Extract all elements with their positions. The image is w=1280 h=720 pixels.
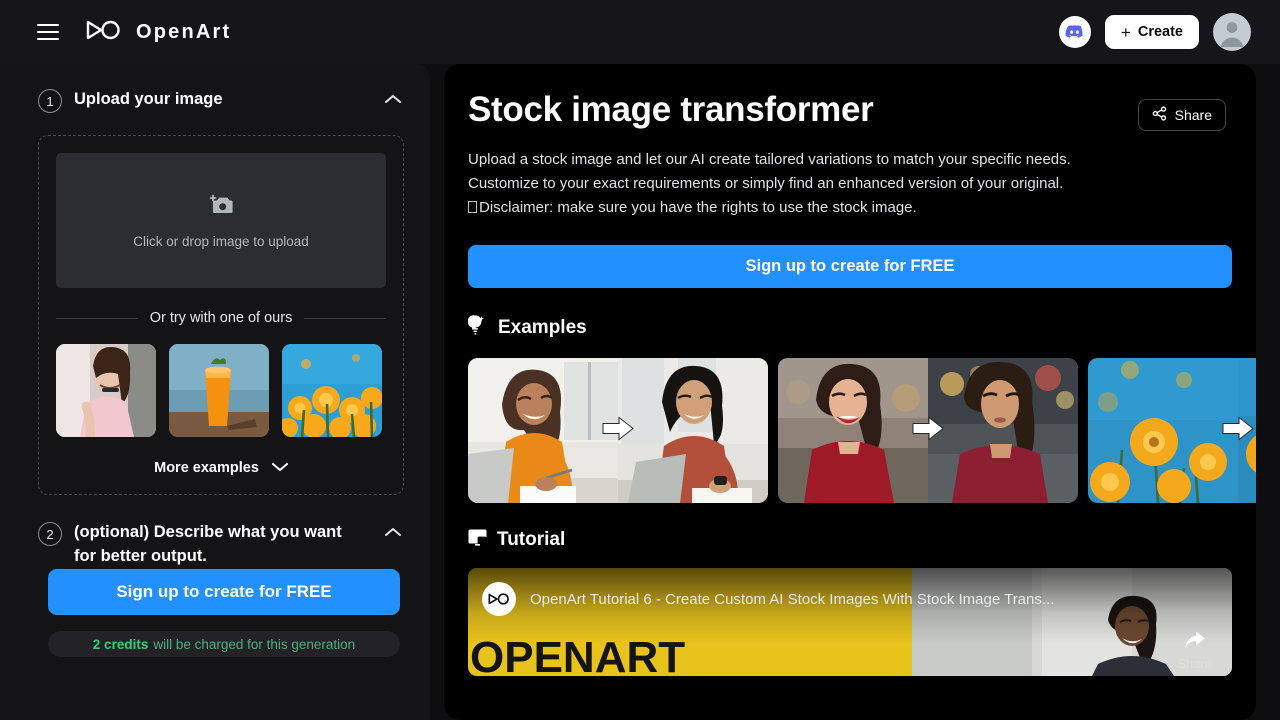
arrow-right-icon: [911, 415, 945, 446]
list-item[interactable]: [56, 344, 156, 437]
create-button-label: Create: [1137, 24, 1183, 40]
discord-icon[interactable]: [1058, 16, 1091, 48]
examples-title: Examples: [498, 316, 587, 338]
example-before-image: [468, 358, 618, 503]
disclaimer-text: Disclaimer: make sure you have the right…: [479, 199, 917, 216]
brand[interactable]: OpenArt: [86, 19, 231, 46]
chevron-up-icon[interactable]: [382, 88, 404, 110]
arrow-right-icon: [1221, 415, 1255, 446]
example-card-woman-red-sweater[interactable]: [778, 358, 1078, 503]
video-share-label: Share: [1177, 656, 1212, 671]
share-button-label: Share: [1174, 107, 1212, 123]
video-header: OpenArt Tutorial 6 - Create Custom AI St…: [482, 582, 1218, 616]
tutorial-title: Tutorial: [497, 529, 566, 550]
sidebar-signup-button[interactable]: Sign up to create for FREE: [48, 569, 400, 615]
brand-name: OpenArt: [136, 20, 232, 43]
chevron-up-icon[interactable]: [382, 521, 404, 543]
credits-amount: 2 credits: [92, 636, 149, 652]
credits-description: will be charged for this generation: [153, 636, 356, 652]
main-signup-button[interactable]: Sign up to create for FREE: [468, 245, 1232, 288]
step-1-title: Upload your image: [74, 90, 223, 108]
list-item[interactable]: [282, 344, 382, 437]
plus-icon: +: [1120, 22, 1131, 42]
more-examples-button[interactable]: More examples: [56, 459, 386, 477]
step-2-section: 2 (optional) Describe what you want for …: [0, 521, 430, 657]
example-card-yellow-flowers[interactable]: [1088, 358, 1256, 503]
tutorial-video-player[interactable]: OPENART OpenArt Tutorial 6 - Create Cust…: [468, 568, 1232, 676]
example-before-image: [778, 358, 928, 503]
chevron-down-icon: [271, 459, 288, 477]
create-button[interactable]: + Create: [1104, 15, 1199, 49]
step-2-number: 2: [38, 522, 62, 546]
step-2-title: (optional) Describe what you want for be…: [74, 523, 342, 565]
video-screen-icon: [468, 529, 487, 551]
or-text: Or try with one of ours: [149, 310, 293, 326]
video-title[interactable]: OpenArt Tutorial 6 - Create Custom AI St…: [530, 591, 1218, 608]
openart-logo-icon[interactable]: [482, 582, 516, 616]
missing-glyph-icon: [468, 201, 477, 213]
sidebar: 1 Upload your image Click or drop image …: [0, 64, 430, 720]
upload-dropzone[interactable]: Click or drop image to upload: [56, 153, 386, 288]
example-thumbnails: [56, 344, 386, 437]
description-text: Upload a stock image and let our AI crea…: [468, 151, 1071, 192]
arrow-right-icon: [601, 415, 635, 446]
camera-plus-icon: [208, 193, 234, 222]
top-bar: OpenArt + Create: [0, 0, 1280, 64]
example-after-image: [928, 358, 1078, 503]
example-card-office-workers[interactable]: [468, 358, 768, 503]
step-2-header[interactable]: 2 (optional) Describe what you want for …: [0, 521, 430, 569]
or-divider: Or try with one of ours: [56, 310, 387, 326]
list-item[interactable]: [169, 344, 269, 437]
page-title: Stock image transformer: [468, 90, 874, 129]
example-after-image: [618, 358, 768, 503]
credits-badge: 2 credits will be charged for this gener…: [48, 631, 400, 657]
share-nodes-icon: [1152, 106, 1167, 124]
main-header: Stock image transformer Share: [468, 90, 1226, 131]
dropzone-label: Click or drop image to upload: [133, 233, 309, 249]
main-panel: Stock image transformer Share Upload a s…: [444, 64, 1256, 720]
step-1-header[interactable]: 1 Upload your image: [0, 88, 430, 113]
hamburger-icon[interactable]: [32, 16, 64, 48]
example-before-image: [1088, 358, 1238, 503]
avatar[interactable]: [1213, 13, 1251, 51]
app-root: OpenArt + Create 1 Upload your image Cli…: [0, 0, 1280, 720]
examples-section-header: Examples: [467, 314, 1226, 341]
share-button[interactable]: Share: [1137, 99, 1226, 131]
top-bar-actions: + Create: [1058, 13, 1251, 51]
more-examples-label: More examples: [154, 460, 259, 476]
divider-line-right: [304, 317, 387, 319]
lightbulb-sparkle-icon: [467, 314, 488, 341]
tutorial-section-header: Tutorial: [468, 529, 1226, 551]
examples-row: [468, 358, 1256, 503]
video-share-button[interactable]: Share: [1177, 630, 1212, 671]
step-1-number: 1: [38, 89, 62, 113]
divider-line-left: [56, 317, 138, 319]
share-arrow-icon: [1183, 630, 1207, 655]
openart-logo-icon: [86, 19, 122, 46]
upload-card: Click or drop image to upload Or try wit…: [38, 135, 404, 495]
page-description: Upload a stock image and let our AI crea…: [468, 148, 1093, 220]
